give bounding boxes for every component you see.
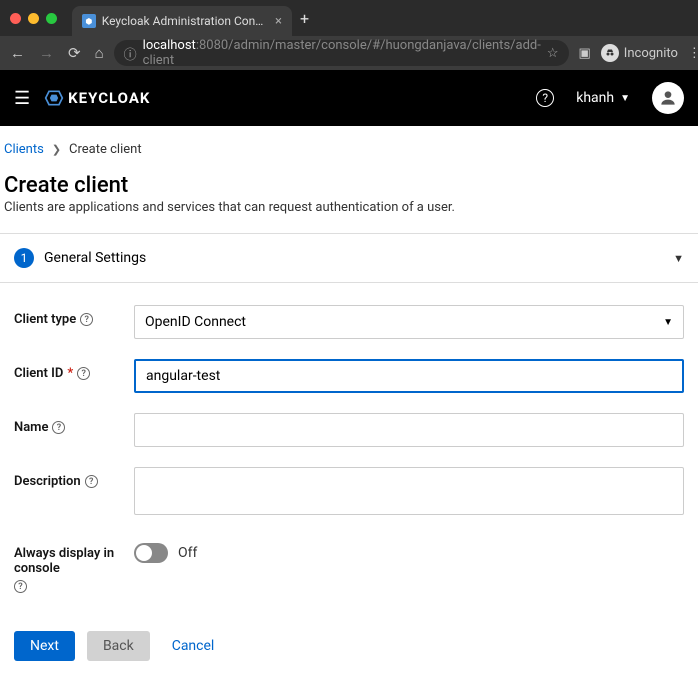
next-button[interactable]: Next <box>14 631 75 661</box>
always-display-row: Always display in console ? Off <box>14 539 684 593</box>
toggle-knob <box>136 545 152 561</box>
back-icon[interactable]: ← <box>10 44 25 62</box>
avatar-icon <box>658 88 678 108</box>
step-number-badge: 1 <box>14 248 34 268</box>
help-icon[interactable]: ? <box>85 475 98 488</box>
wizard-step-general-settings[interactable]: 1 General Settings ▼ <box>0 234 698 283</box>
client-id-input[interactable] <box>134 359 684 393</box>
client-id-row: Client ID * ? <box>14 359 684 393</box>
wizard-footer: Next Back Cancel <box>0 613 698 679</box>
close-window-button[interactable] <box>10 13 21 24</box>
incognito-badge[interactable]: Incognito <box>601 44 678 62</box>
window-controls <box>10 13 57 24</box>
new-tab-button[interactable]: + <box>300 9 309 28</box>
browser-tabs-bar: ⬢ Keycloak Administration Conso × + <box>0 0 698 36</box>
keycloak-logo-icon <box>44 88 64 108</box>
brand-text: KEYCLOAK <box>68 89 150 107</box>
avatar[interactable] <box>652 82 684 114</box>
help-icon[interactable]: ? <box>80 313 93 326</box>
required-indicator: * <box>67 366 73 381</box>
breadcrumb-separator-icon: ❯ <box>52 143 61 156</box>
site-info-icon[interactable]: ⓘ <box>124 44 137 63</box>
tab-favicon-icon: ⬢ <box>82 14 96 28</box>
breadcrumb-current: Create client <box>69 142 142 157</box>
app-header: ☰ KEYCLOAK ? khanh ▼ <box>0 70 698 126</box>
home-icon[interactable]: ⌂ <box>95 44 104 62</box>
description-row: Description ? <box>14 467 684 519</box>
name-label: Name <box>14 420 48 435</box>
back-button[interactable]: Back <box>87 631 150 661</box>
chevron-down-icon: ▼ <box>663 317 673 328</box>
description-label: Description <box>14 474 81 489</box>
user-menu[interactable]: khanh ▼ <box>576 90 630 106</box>
address-bar[interactable]: ⓘ localhost:8080/admin/master/console/#/… <box>114 40 569 66</box>
name-input[interactable] <box>134 413 684 447</box>
close-tab-icon[interactable]: × <box>275 14 282 29</box>
nav-buttons: ← → ⟳ ⌂ <box>10 44 104 62</box>
toggle-state-label: Off <box>178 545 197 561</box>
client-type-value: OpenID Connect <box>145 314 246 330</box>
bookmark-icon[interactable]: ☆ <box>547 46 559 61</box>
description-input[interactable] <box>134 467 684 515</box>
client-type-row: Client type ? OpenID Connect ▼ <box>14 305 684 339</box>
name-row: Name ? <box>14 413 684 447</box>
tab-title: Keycloak Administration Conso <box>102 14 265 28</box>
forward-icon[interactable]: → <box>39 44 54 62</box>
breadcrumb: Clients ❯ Create client <box>0 126 698 165</box>
always-display-label: Always display in console <box>14 546 134 576</box>
username-label: khanh <box>576 90 614 106</box>
breadcrumb-clients-link[interactable]: Clients <box>4 142 44 157</box>
client-type-select[interactable]: OpenID Connect ▼ <box>134 305 684 339</box>
chevron-down-icon: ▼ <box>673 252 684 265</box>
help-icon[interactable]: ? <box>536 89 554 107</box>
url-host: localhost <box>143 38 196 53</box>
page-content: Clients ❯ Create client Create client Cl… <box>0 126 698 679</box>
step-label: General Settings <box>44 250 146 266</box>
minimize-window-button[interactable] <box>28 13 39 24</box>
always-display-toggle[interactable] <box>134 543 168 563</box>
reload-icon[interactable]: ⟳ <box>68 44 81 62</box>
browser-menu-icon[interactable]: ⋮ <box>688 46 698 61</box>
page-description: Clients are applications and services th… <box>4 200 698 233</box>
help-icon[interactable]: ? <box>14 580 27 593</box>
incognito-icon <box>601 44 619 62</box>
cancel-button[interactable]: Cancel <box>162 631 225 661</box>
client-id-label: Client ID <box>14 366 63 381</box>
maximize-window-button[interactable] <box>46 13 57 24</box>
url-path: :8080/admin/master/console/#/huongdanjav… <box>143 38 541 68</box>
chevron-down-icon: ▼ <box>620 93 630 104</box>
hamburger-menu-icon[interactable]: ☰ <box>14 88 30 109</box>
browser-tab[interactable]: ⬢ Keycloak Administration Conso × <box>72 6 292 36</box>
page-title: Create client <box>4 165 698 200</box>
browser-right-controls: ▣ Incognito ⋮ <box>579 44 698 62</box>
incognito-label: Incognito <box>624 46 678 61</box>
help-icon[interactable]: ? <box>52 421 65 434</box>
extensions-icon[interactable]: ▣ <box>579 46 591 61</box>
help-icon[interactable]: ? <box>77 367 90 380</box>
client-type-label: Client type <box>14 312 76 327</box>
keycloak-logo[interactable]: KEYCLOAK <box>44 88 150 108</box>
form-area: Client type ? OpenID Connect ▼ Client ID… <box>0 283 698 593</box>
browser-toolbar: ← → ⟳ ⌂ ⓘ localhost:8080/admin/master/co… <box>0 36 698 70</box>
